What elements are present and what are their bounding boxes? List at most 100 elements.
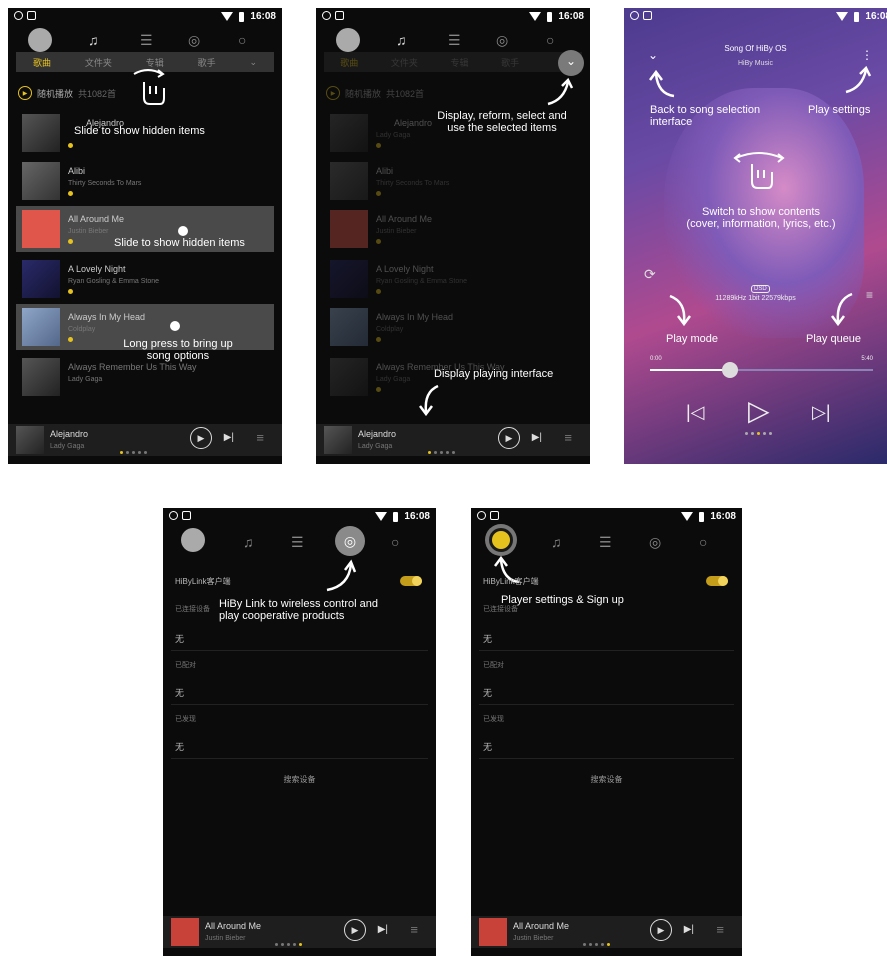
search-devices-button[interactable]: 搜索设备 (471, 774, 742, 785)
queue-icon[interactable]: ≡ (866, 288, 873, 302)
tab-albums[interactable]: 专辑 (450, 56, 468, 69)
next-icon[interactable]: ▶| (224, 432, 234, 443)
play-button[interactable]: ▶ (498, 427, 520, 449)
search-icon[interactable]: ○ (391, 534, 399, 550)
next-icon[interactable]: ▷| (812, 402, 831, 423)
playlist-icon[interactable]: ☰ (599, 534, 612, 551)
playlist-icon[interactable]: ☰ (448, 32, 461, 49)
tab-songs[interactable]: 歌曲 (33, 56, 51, 69)
hiby-link-icon[interactable]: ◎ (335, 526, 365, 556)
music-note-icon[interactable]: ♫ (243, 534, 254, 550)
client-toggle[interactable] (400, 576, 422, 586)
list-item[interactable]: Alibi Thirty Seconds To Mars (16, 158, 274, 204)
menu-icon[interactable]: ≡ (410, 922, 418, 937)
avatar[interactable] (485, 524, 517, 556)
battery-icon (854, 11, 860, 22)
annotation-play-mode: Play mode (666, 333, 718, 345)
divider (171, 704, 428, 705)
paired-label: 已配对 (175, 662, 196, 669)
notification-icon (14, 11, 23, 20)
touch-point-icon (170, 321, 180, 331)
annotation-slide-hidden-1: Slide to show hidden items (74, 125, 205, 137)
tab-folders[interactable]: 文件夹 (85, 56, 112, 69)
tab-artists[interactable]: 歌手 (501, 56, 519, 69)
play-button[interactable]: ▶ (344, 919, 366, 941)
mini-player-artist: Justin Bieber (205, 935, 246, 942)
music-note-icon[interactable]: ♫ (88, 32, 99, 48)
avatar[interactable] (336, 28, 360, 52)
annotation-display-reform: Display, reform, select and use the sele… (420, 110, 584, 134)
quality-badge-icon (376, 143, 381, 148)
avatar[interactable] (28, 28, 52, 52)
mini-player-cover (479, 918, 507, 946)
menu-icon[interactable]: ≡ (716, 922, 724, 937)
screen-player-settings: 16:08 ♫ ☰ ◎ ○ HiByLink客户端 Player setting… (471, 508, 742, 956)
menu-icon[interactable]: ≡ (564, 430, 572, 445)
hiby-link-icon[interactable]: ◎ (649, 534, 661, 551)
song-artist: Thirty Seconds To Mars (376, 180, 450, 187)
mini-player[interactable]: All Around Me Justin Bieber ▶ ▶| ≡ (163, 916, 436, 948)
album-cover (22, 308, 60, 346)
playlist-icon[interactable]: ☰ (140, 32, 153, 49)
music-note-icon[interactable]: ♫ (551, 534, 562, 550)
mini-player[interactable]: Alejandro Lady Gaga ▶ ▶| ≡ (316, 424, 590, 456)
song-title: Always In My Head (68, 312, 146, 322)
previous-icon[interactable]: |◁ (686, 402, 705, 423)
hiby-link-icon[interactable]: ◎ (188, 32, 200, 49)
mini-player[interactable]: All Around Me Justin Bieber ▶ ▶| ≡ (471, 916, 742, 948)
next-icon[interactable]: ▶| (532, 432, 542, 443)
quality-badge-icon (68, 289, 73, 294)
tab-menu-button[interactable]: ⌄ (558, 50, 584, 76)
annotation-back-line2: interface (650, 116, 693, 128)
search-icon[interactable]: ○ (699, 534, 707, 550)
tab-songs[interactable]: 歌曲 (340, 56, 358, 69)
repeat-icon[interactable]: ⟳ (644, 266, 656, 283)
list-item[interactable]: Alibi Thirty Seconds To Mars (324, 158, 582, 204)
hiby-link-icon[interactable]: ◎ (496, 32, 508, 49)
shuffle-all[interactable]: ▶ 随机播放 共1082首 (326, 86, 424, 100)
image-icon (335, 11, 344, 20)
divider (479, 650, 734, 651)
wifi-icon (681, 512, 694, 521)
annotation-long-press-line2: song options (146, 350, 210, 362)
music-note-icon[interactable]: ♫ (396, 32, 407, 48)
list-item[interactable]: All Around Me Justin Bieber (324, 206, 582, 252)
search-icon[interactable]: ○ (546, 32, 554, 48)
tab-folders[interactable]: 文件夹 (391, 56, 418, 69)
tab-artists[interactable]: 歌手 (198, 56, 216, 69)
seek-bar[interactable] (650, 362, 873, 378)
search-icon[interactable]: ○ (238, 32, 246, 48)
album-cover (22, 358, 60, 396)
list-item[interactable]: Always In My Head Coldplay (324, 304, 582, 350)
chevron-down-icon[interactable]: ⌄ (648, 48, 658, 62)
seek-thumb[interactable] (722, 362, 739, 378)
swipe-hand-icon (133, 69, 165, 105)
annotation-display-reform-line1: Display, reform, select and (437, 110, 567, 122)
mini-player[interactable]: Alejandro Lady Gaga ▶ ▶| ≡ (8, 424, 282, 456)
next-icon[interactable]: ▶| (378, 924, 388, 935)
screen-now-playing: 16:08 Song Of HiBy OS HiBy Music ⌄ ⋮ Bac… (624, 8, 887, 464)
song-artist: Lady Gaga (376, 132, 411, 139)
play-icon[interactable]: ▷ (748, 394, 770, 427)
next-icon[interactable]: ▶| (684, 924, 694, 935)
list-item[interactable]: A Lovely Night Ryan Gosling & Emma Stone (324, 256, 582, 302)
more-icon[interactable]: ⋮ (861, 48, 873, 62)
song-title: Alibi (68, 166, 86, 176)
playlist-icon[interactable]: ☰ (291, 534, 304, 551)
avatar[interactable] (181, 528, 205, 552)
wifi-icon (836, 12, 849, 21)
play-button[interactable]: ▶ (190, 427, 212, 449)
connected-label: 已连接设备 (483, 606, 518, 613)
found-label: 已发现 (483, 716, 504, 723)
mini-player-title: Alejandro (50, 429, 89, 439)
menu-icon[interactable]: ≡ (256, 430, 264, 445)
play-button[interactable]: ▶ (650, 919, 672, 941)
battery-icon (699, 511, 705, 522)
search-devices-button[interactable]: 搜索设备 (163, 774, 436, 785)
chevron-down-icon[interactable]: ⌄ (250, 57, 258, 68)
list-item[interactable]: A Lovely Night Ryan Gosling & Emma Stone (16, 256, 274, 302)
song-artist: Lady Gaga (376, 376, 411, 383)
time-elapsed: 0:00 (650, 356, 662, 362)
client-toggle[interactable] (706, 576, 728, 586)
shuffle-all[interactable]: ▶ 随机播放 共1082首 (18, 86, 116, 100)
